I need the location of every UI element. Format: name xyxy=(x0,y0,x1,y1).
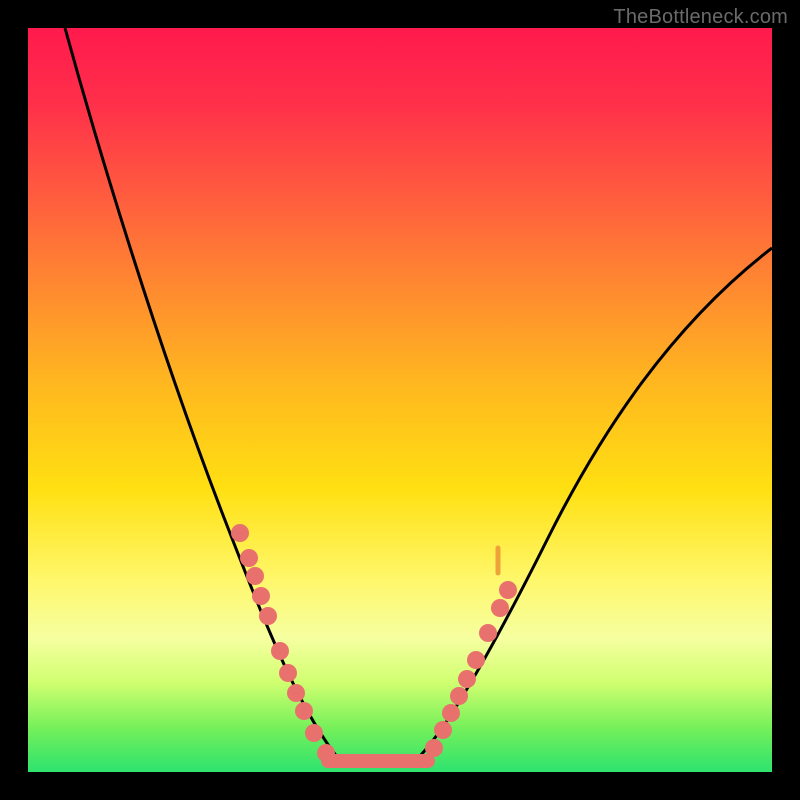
chart-svg xyxy=(28,28,772,772)
watermark-text: TheBottleneck.com xyxy=(613,6,788,29)
right-branch-markers xyxy=(425,581,517,757)
chart-plot-area xyxy=(28,28,772,772)
chart-frame: TheBottleneck.com xyxy=(0,0,800,800)
bottleneck-curve xyxy=(65,28,772,758)
left-branch-markers xyxy=(231,524,335,762)
